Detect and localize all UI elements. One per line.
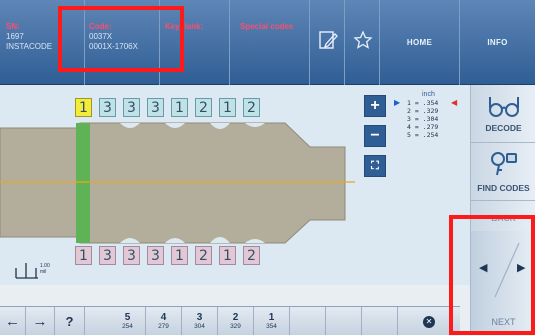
empty-slot-1: [290, 307, 326, 335]
depth-button-2[interactable]: 2 329: [218, 307, 254, 335]
current-depth-marker-icon: ▶: [394, 98, 401, 107]
shoulder-stop: [76, 123, 90, 243]
bottom-cut-4[interactable]: 3: [147, 246, 164, 265]
top-cut-3[interactable]: 3: [123, 98, 140, 117]
home-label: HOME: [406, 38, 433, 47]
depth-button-1[interactable]: 1 354: [254, 307, 290, 335]
arrow-left-icon: ←: [5, 313, 20, 330]
bottom-cut-2[interactable]: 3: [99, 246, 116, 265]
info-button[interactable]: INFO: [460, 0, 535, 85]
depth-3: 3 = .304: [407, 115, 439, 123]
find-codes-button[interactable]: FIND CODES: [471, 143, 535, 201]
unit-label: inch: [422, 91, 435, 98]
screen: SN: 1697 INSTACODE Code: 0037X 0001X-170…: [0, 0, 535, 335]
plus-icon: +: [370, 97, 380, 114]
depth-button-3-num: 3: [196, 312, 203, 323]
close-icon: ✕: [423, 315, 435, 328]
decode-button[interactable]: DECODE: [471, 85, 535, 143]
bottom-cut-7[interactable]: 1: [219, 246, 236, 265]
next-highlight: [449, 215, 535, 335]
zoom-out-button[interactable]: −: [364, 125, 386, 147]
star-icon: [353, 30, 373, 49]
zoom-in-button[interactable]: +: [364, 95, 386, 117]
favorite-button[interactable]: [345, 0, 380, 85]
depth-button-3[interactable]: 3 304: [182, 307, 218, 335]
top-cut-1[interactable]: 1: [75, 98, 92, 117]
empty-slot-3: [362, 307, 398, 335]
depth-button-1-val: 354: [266, 323, 277, 330]
scale-marker: [15, 263, 38, 279]
sn-label: SN:: [6, 22, 20, 31]
depth-button-4-val: 279: [158, 323, 169, 330]
sn-value: 1697: [6, 32, 24, 41]
depth-button-5-val: 254: [122, 323, 133, 330]
top-cut-8[interactable]: 2: [243, 98, 260, 117]
scale-label: 1.00 mil: [40, 263, 50, 275]
top-cut-6[interactable]: 2: [195, 98, 212, 117]
special-codes-label: Special codes: [240, 22, 294, 31]
bottom-cut-3[interactable]: 3: [123, 246, 140, 265]
help-button[interactable]: ?: [55, 307, 85, 335]
depth-1: 1 = .354: [407, 99, 439, 107]
special-codes-cell[interactable]: Special codes: [230, 0, 310, 85]
key-blade: [0, 122, 346, 244]
fit-view-button[interactable]: ⛶: [364, 155, 386, 177]
bottom-cut-8[interactable]: 2: [243, 246, 260, 265]
depth-2: 2 = .329: [407, 107, 439, 115]
arrow-right-icon: →: [32, 313, 48, 330]
depth-button-5-num: 5: [124, 312, 131, 323]
view-tools: + − ⛶: [360, 85, 390, 285]
glasses-icon: [489, 97, 519, 117]
key-icon: [491, 152, 517, 176]
expand-icon: ⛶: [371, 159, 379, 172]
top-cut-5[interactable]: 1: [171, 98, 188, 117]
bottom-cut-1[interactable]: 1: [75, 246, 92, 265]
back-arrow-button[interactable]: ←: [0, 307, 26, 335]
depth-button-4-num: 4: [160, 312, 167, 323]
key-canvas: 1.00 mil 1 3 3 3 1 2 1 2 1 3 3 3 1 2 1 2: [0, 85, 360, 285]
forward-arrow-button[interactable]: →: [26, 307, 55, 335]
depth-button-2-num: 2: [232, 312, 239, 323]
edit-button[interactable]: [310, 0, 345, 85]
instacode-label: INSTACODE: [6, 42, 53, 51]
find-codes-label: FIND CODES: [477, 183, 530, 193]
target-depth-marker-icon: ◀: [451, 98, 458, 107]
decode-label: DECODE: [485, 123, 522, 133]
depth-button-1-num: 1: [268, 312, 275, 323]
depth-button-3-val: 304: [194, 323, 205, 330]
bottom-cut-6[interactable]: 2: [195, 246, 212, 265]
home-button[interactable]: HOME: [380, 0, 460, 85]
info-label: INFO: [487, 38, 508, 47]
help-label: ?: [65, 314, 74, 329]
edit-icon: [319, 31, 338, 49]
top-cut-7[interactable]: 1: [219, 98, 236, 117]
depth-button-5[interactable]: 5 254: [110, 307, 146, 335]
code-highlight: [58, 6, 184, 72]
bottom-cut-5[interactable]: 1: [171, 246, 188, 265]
top-cut-2[interactable]: 3: [99, 98, 116, 117]
top-cut-4[interactable]: 3: [147, 98, 164, 117]
empty-slot-2: [326, 307, 362, 335]
depth-4: 4 = .279: [407, 123, 439, 131]
minus-icon: −: [370, 127, 380, 144]
depth-button-2-val: 329: [230, 323, 241, 330]
depth-5: 5 = .254: [407, 131, 439, 139]
bottom-bar: ← → ? 5 254 4 279 3 304 2 329 1 354 ✕: [0, 306, 460, 335]
depth-button-4[interactable]: 4 279: [146, 307, 182, 335]
